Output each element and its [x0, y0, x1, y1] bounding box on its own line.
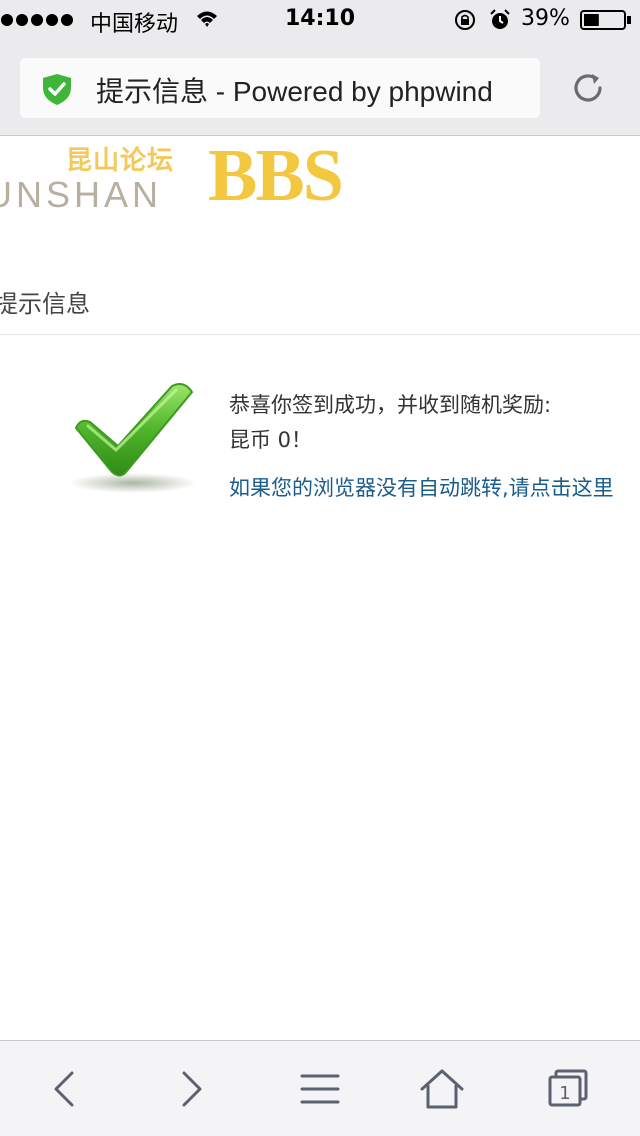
success-message: 恭喜你签到成功，并收到随机奖励: — [229, 393, 552, 417]
secure-shield-icon — [43, 74, 71, 105]
logo-chinese-text: 昆山论坛 — [66, 146, 175, 176]
bottom-toolbar: 1 — [0, 1040, 640, 1136]
rotation-lock-icon — [455, 10, 475, 30]
forward-icon[interactable] — [168, 1065, 216, 1113]
divider — [0, 334, 640, 335]
section-title: 提示信息 — [0, 290, 90, 318]
reward-message: 昆币 0！ — [229, 428, 313, 452]
tabs-icon[interactable]: 1 — [544, 1065, 592, 1113]
status-bar: 中国移动 14:10 39% — [0, 0, 640, 40]
battery-percentage: 39% — [521, 6, 570, 31]
redirect-link[interactable]: 如果您的浏览器没有自动跳转,请点击这里 — [229, 472, 614, 502]
logo-bbs-text: BBS — [208, 135, 344, 217]
url-field[interactable]: 提示信息 - Powered by phpwind — [20, 58, 540, 118]
address-bar: 提示信息 - Powered by phpwind — [0, 40, 640, 136]
home-icon[interactable] — [418, 1065, 466, 1113]
page-title: 提示信息 - Powered by phpwind — [96, 76, 493, 107]
checkmark-icon — [69, 383, 197, 493]
alarm-icon — [490, 9, 510, 29]
back-icon[interactable] — [40, 1065, 88, 1113]
site-logo[interactable]: 昆山论坛 UNSHAN BBS — [0, 136, 380, 216]
logo-english-text: UNSHAN — [0, 174, 163, 215]
reload-icon[interactable] — [568, 68, 608, 108]
battery-icon — [580, 10, 631, 30]
tabs-count: 1 — [559, 1083, 570, 1104]
menu-icon[interactable] — [296, 1065, 344, 1113]
